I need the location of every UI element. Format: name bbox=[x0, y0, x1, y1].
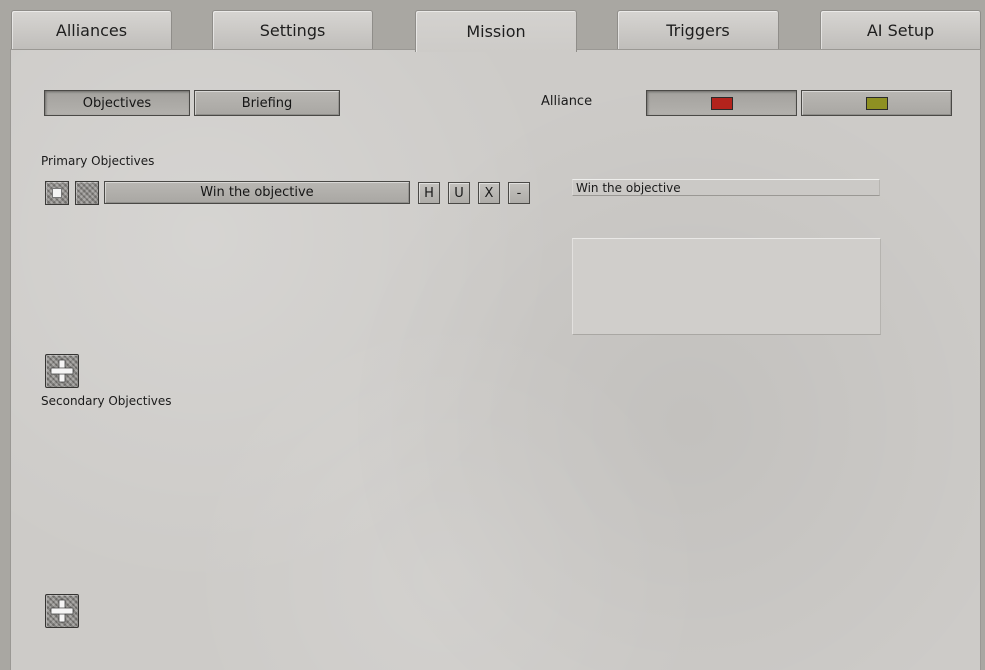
objective-title-field[interactable]: Win the objective bbox=[572, 179, 880, 196]
alliance-red-swatch bbox=[710, 96, 733, 110]
alliance-red-button[interactable] bbox=[646, 90, 797, 116]
plus-icon bbox=[50, 599, 74, 623]
objective-description-area[interactable] bbox=[572, 238, 881, 335]
objective-u-button[interactable]: U bbox=[448, 182, 470, 204]
objectives-subtab-button[interactable]: Objectives bbox=[44, 90, 190, 116]
secondary-objectives-heading: Secondary Objectives bbox=[41, 394, 172, 408]
objective-status-toggle[interactable] bbox=[75, 181, 99, 205]
mission-panel: Objectives Briefing Alliance Primary Obj… bbox=[10, 49, 981, 670]
alliance-olive-swatch bbox=[865, 96, 888, 110]
tab-alliances[interactable]: Alliances bbox=[11, 10, 172, 50]
objective-x-button[interactable]: X bbox=[478, 182, 500, 204]
briefing-subtab-button[interactable]: Briefing bbox=[194, 90, 340, 116]
objective-h-button[interactable]: H bbox=[418, 182, 440, 204]
primary-objectives-heading: Primary Objectives bbox=[41, 154, 155, 168]
checkbox-check-icon bbox=[52, 188, 62, 198]
add-primary-objective-button[interactable] bbox=[45, 354, 79, 388]
objective-checkbox[interactable] bbox=[45, 181, 69, 205]
tab-settings[interactable]: Settings bbox=[212, 10, 373, 50]
objective-remove-button[interactable]: - bbox=[508, 182, 530, 204]
primary-objective-item-button[interactable]: Win the objective bbox=[104, 181, 410, 204]
tab-mission[interactable]: Mission bbox=[415, 10, 577, 52]
tab-ai-setup[interactable]: AI Setup bbox=[820, 10, 981, 50]
add-secondary-objective-button[interactable] bbox=[45, 594, 79, 628]
alliance-olive-button[interactable] bbox=[801, 90, 952, 116]
tab-triggers[interactable]: Triggers bbox=[617, 10, 779, 50]
plus-icon bbox=[50, 359, 74, 383]
alliance-label: Alliance bbox=[541, 94, 593, 109]
